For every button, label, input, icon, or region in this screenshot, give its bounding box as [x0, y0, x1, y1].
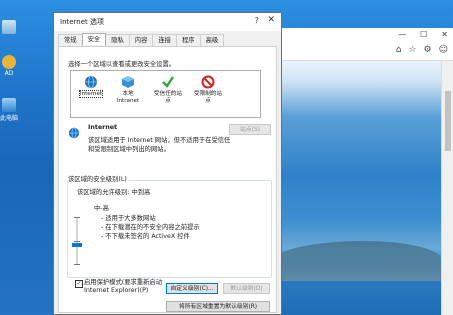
slider-tick	[74, 241, 80, 242]
globe-icon	[84, 75, 98, 89]
zone-label: 受信任的站 点	[154, 91, 182, 104]
zone-trusted-sites[interactable]: 受信任的站 点	[151, 75, 185, 105]
zone-heading: Internet	[88, 124, 117, 131]
dialog-title: Internet 选项	[60, 18, 105, 26]
ie-toolbar: ⌂ ☆ ⚙ ☺	[271, 42, 453, 61]
landscape-image	[271, 241, 441, 281]
tab-bar: 常规 安全 隐私 内容 连接 程序 高级	[58, 33, 225, 46]
star-icon[interactable]: ☆	[408, 45, 416, 55]
close-button[interactable]: ✕	[267, 15, 275, 25]
ie-page-content	[271, 61, 441, 315]
sites-button[interactable]: 站点(S)	[229, 124, 271, 135]
zone-label: 本地 Intranet	[116, 91, 140, 104]
tab-general[interactable]: 常规	[58, 34, 83, 46]
desktop-icon-label: 此电脑	[0, 115, 19, 122]
maximize-button[interactable]: ☐	[420, 30, 427, 39]
tab-connections[interactable]: 连接	[152, 34, 177, 46]
protected-mode-label: 启用保护模式(要求重新启动 Internet Explorer)(P)	[84, 279, 163, 294]
custom-level-button[interactable]: 自定义级别(C)...	[166, 283, 218, 294]
zone-internet[interactable]: Internet	[74, 75, 108, 98]
ie-title-bar: — ☐ ✕	[271, 28, 453, 42]
level-description: - 适用于大多数网站 - 在下载潜在的不安全内容之前提示 - 不下载未签名的 A…	[101, 215, 200, 240]
recycle-bin-icon	[2, 20, 16, 34]
tab-security[interactable]: 安全	[81, 33, 107, 45]
globe-icon	[68, 127, 80, 139]
ie-scrollbar[interactable]	[441, 61, 453, 315]
desktop-icon-recycle-bin[interactable]	[0, 20, 18, 35]
intranet-icon	[121, 75, 135, 89]
app-icon	[2, 55, 16, 69]
security-level-slider[interactable]	[72, 217, 82, 265]
security-panel: 选择一个区域以查看或更改安全设置。 Internet 本地 Intranet 受…	[58, 46, 277, 313]
zone-local-intranet[interactable]: 本地 Intranet	[111, 75, 145, 105]
prohibited-icon	[201, 75, 215, 89]
tab-advanced[interactable]: 高级	[199, 34, 225, 46]
desktop-icon-label: AD	[4, 70, 14, 77]
zone-list: Internet 本地 Intranet 受信任的站 点 受限制的站 点	[70, 70, 261, 118]
zone-instruction: 选择一个区域以查看或更改安全设置。	[68, 61, 176, 68]
zone-label: Internet	[78, 90, 104, 98]
slider-tick	[74, 217, 80, 218]
allowed-levels: 该区域的允许级别: 中到高	[77, 189, 151, 196]
tab-content[interactable]: 内容	[128, 34, 154, 46]
ie-window: — ☐ ✕ ⌂ ☆ ⚙ ☺	[270, 28, 453, 315]
zone-restricted-sites[interactable]: 受限制的站 点	[191, 75, 225, 105]
security-level-title: 该区域的安全级别(L)	[68, 174, 129, 183]
slider-tick	[74, 264, 80, 265]
level-name: 中-高	[94, 205, 109, 212]
smiley-icon[interactable]: ☺	[439, 45, 448, 55]
gear-icon[interactable]: ⚙	[424, 45, 432, 55]
reset-all-zones-button[interactable]: 将所有区域重置为默认级别(R)	[166, 301, 270, 312]
tab-programs[interactable]: 程序	[175, 34, 201, 46]
desktop-icon-app[interactable]: AD	[0, 55, 18, 77]
zone-label: 受限制的站 点	[194, 91, 222, 104]
dialog-title-bar: Internet 选项 ? ✕	[54, 13, 281, 31]
tab-privacy[interactable]: 隐私	[105, 34, 130, 46]
help-button[interactable]: ?	[255, 16, 259, 25]
slider-thumb[interactable]	[72, 243, 82, 247]
desktop-icon-computer[interactable]: 此电脑	[0, 98, 18, 122]
protected-mode-checkbox[interactable]: ✓	[75, 280, 83, 288]
internet-options-dialog: Internet 选项 ? ✕ 常规 安全 隐私 内容 连接 程序 高级 选择一…	[53, 12, 282, 315]
scrollbar-thumb[interactable]	[445, 91, 451, 151]
check-icon	[161, 75, 175, 89]
zone-description: 该区域适用于 Internet 网站，但不适用于在受信任 和受限制区域中列出的网…	[88, 137, 231, 153]
computer-icon	[2, 98, 16, 112]
home-icon[interactable]: ⌂	[396, 45, 402, 55]
minimize-button[interactable]: —	[398, 30, 406, 39]
default-level-button[interactable]: 默认级别(D)	[223, 283, 270, 294]
close-button[interactable]: ✕	[441, 30, 448, 39]
